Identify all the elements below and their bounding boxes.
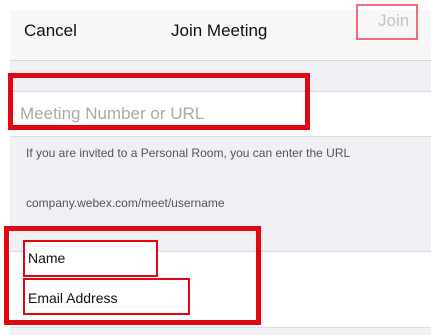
meeting-input-highlight-box xyxy=(8,73,310,130)
name-field-label: Name xyxy=(28,250,66,266)
cancel-button[interactable]: Cancel xyxy=(24,21,77,41)
example-url-text: company.webex.com/meet/username xyxy=(26,196,225,210)
personal-room-hint: If you are invited to a Personal Room, y… xyxy=(26,146,351,160)
page-title: Join Meeting xyxy=(171,21,268,40)
join-button[interactable]: Join xyxy=(378,11,409,31)
email-field-label: Email Address xyxy=(28,290,118,306)
